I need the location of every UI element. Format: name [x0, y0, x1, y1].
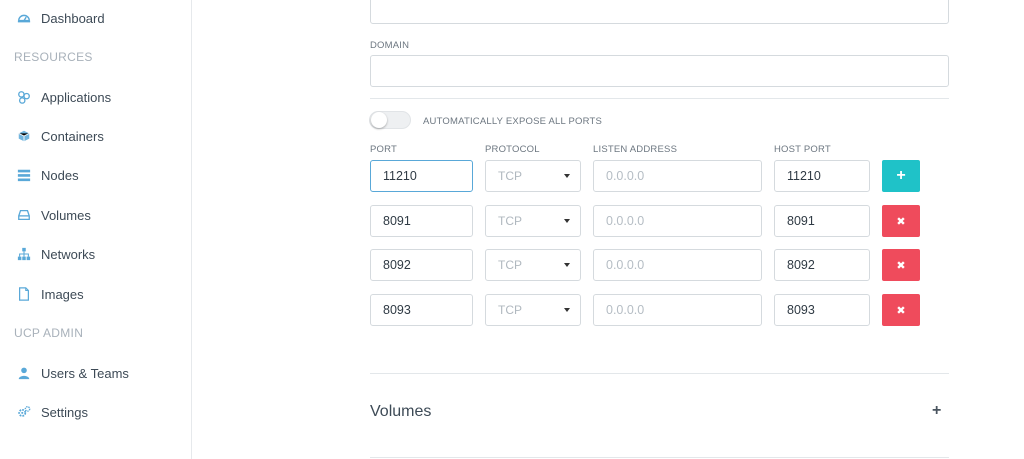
sidebar-item-images[interactable]: Images — [16, 284, 84, 304]
gears-icon — [16, 404, 32, 420]
top-input[interactable] — [370, 0, 949, 24]
sidebar-item-nodes[interactable]: Nodes — [16, 165, 79, 185]
domain-input[interactable] — [370, 55, 949, 87]
protocol-value: TCP — [498, 303, 522, 317]
protocol-select[interactable]: TCP — [485, 294, 581, 326]
host-port-input[interactable] — [774, 160, 870, 192]
sidebar-item-users-teams[interactable]: Users & Teams — [16, 363, 129, 383]
sidebar-item-networks[interactable]: Networks — [16, 244, 95, 264]
sidebar-item-label: Applications — [41, 89, 112, 105]
dashboard-icon — [16, 10, 32, 26]
expand-volumes-icon[interactable]: + — [932, 402, 941, 420]
listen-address-input[interactable] — [593, 249, 762, 281]
sidebar-item-settings[interactable]: Settings — [16, 402, 88, 422]
domain-label: DOMAIN — [370, 40, 410, 51]
divider — [370, 373, 949, 374]
host-port-header: HOST PORT — [774, 144, 831, 155]
chevron-down-icon — [564, 174, 570, 178]
port-header: PORT — [370, 144, 398, 155]
sidebar-item-applications[interactable]: Applications — [16, 87, 111, 107]
close-icon: ✖ — [896, 215, 906, 228]
applications-icon — [16, 89, 32, 105]
port-input[interactable] — [370, 294, 473, 326]
toggle-knob — [371, 112, 387, 128]
sidebar-item-dashboard[interactable]: Dashboard — [16, 8, 105, 28]
sidebar-item-label: Dashboard — [41, 10, 105, 26]
sidebar-item-label: Users & Teams — [41, 365, 129, 381]
port-input[interactable] — [370, 205, 473, 237]
port-input[interactable] — [370, 160, 473, 192]
user-icon — [16, 365, 32, 381]
protocol-value: TCP — [498, 169, 522, 183]
divider — [370, 457, 949, 458]
protocol-select[interactable]: TCP — [485, 160, 581, 192]
container-icon — [16, 128, 32, 144]
host-port-input[interactable] — [774, 249, 870, 281]
sidebar-item-label: Settings — [41, 404, 88, 420]
nodes-icon — [16, 167, 32, 183]
divider — [370, 98, 949, 99]
sidebar-item-label: Containers — [41, 128, 104, 144]
sidebar-item-label: Volumes — [41, 207, 91, 223]
volumes-section-title[interactable]: Volumes — [370, 403, 431, 421]
chevron-down-icon — [564, 308, 570, 312]
host-port-input[interactable] — [774, 294, 870, 326]
sidebar-item-containers[interactable]: Containers — [16, 126, 104, 146]
sidebar-item-volumes[interactable]: Volumes — [16, 205, 91, 225]
sidebar-item-label: Networks — [41, 246, 96, 262]
listen-address-input[interactable] — [593, 294, 762, 326]
listen-address-header: LISTEN ADDRESS — [593, 144, 678, 155]
networks-icon — [16, 246, 32, 262]
expose-ports-toggle[interactable] — [369, 111, 411, 129]
remove-port-button[interactable]: ✖ — [882, 249, 920, 281]
protocol-select[interactable]: TCP — [485, 205, 581, 237]
sidebar-item-label: Images — [41, 286, 84, 302]
remove-port-button[interactable]: ✖ — [882, 205, 920, 237]
host-port-input[interactable] — [774, 205, 870, 237]
port-input[interactable] — [370, 249, 473, 281]
sidebar: Dashboard RESOURCES Applications Contain… — [0, 0, 192, 459]
section-label-ucp-admin: UCP ADMIN — [14, 326, 84, 340]
protocol-value: TCP — [498, 258, 522, 272]
listen-address-input[interactable] — [593, 205, 762, 237]
protocol-select[interactable]: TCP — [485, 249, 581, 281]
protocol-value: TCP — [498, 214, 522, 228]
sidebar-item-label: Nodes — [41, 167, 79, 183]
remove-port-button[interactable]: ✖ — [882, 294, 920, 326]
close-icon: ✖ — [896, 259, 906, 272]
images-icon — [16, 286, 32, 302]
chevron-down-icon — [564, 263, 570, 267]
chevron-down-icon — [564, 219, 570, 223]
close-icon: ✖ — [896, 304, 906, 317]
section-label-resources: RESOURCES — [14, 50, 93, 64]
plus-icon: + — [896, 167, 906, 184]
expose-ports-label: AUTOMATICALLY EXPOSE ALL PORTS — [423, 116, 602, 127]
protocol-header: PROTOCOL — [485, 144, 540, 155]
volumes-icon — [16, 207, 32, 223]
add-port-button[interactable]: + — [882, 160, 920, 192]
listen-address-input[interactable] — [593, 160, 762, 192]
